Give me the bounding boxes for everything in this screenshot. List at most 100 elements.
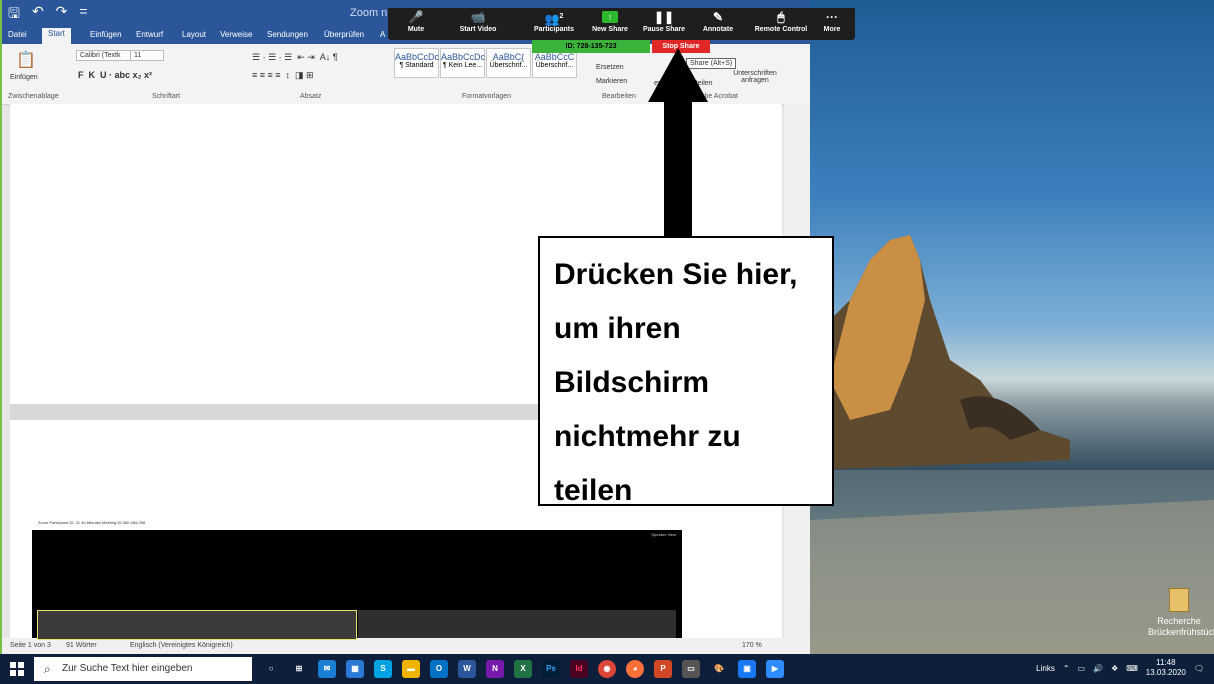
quick-access-toolbar: 🖫 ↶ ↷ = [8, 3, 88, 27]
excel-icon[interactable]: X [514, 660, 532, 678]
undo-icon[interactable]: ↶ [32, 3, 44, 27]
arrow-shaft [664, 100, 692, 236]
speaker-view-button[interactable]: Speaker View [651, 532, 676, 537]
remote-control-button[interactable]: 🖱 Remote Control [746, 8, 816, 33]
folder-icon [1169, 588, 1189, 612]
paste-button[interactable]: Einfügen [10, 74, 38, 81]
taskbar-clock[interactable]: 11:48 13.03.2020 [1146, 658, 1186, 678]
outlook-icon[interactable]: O [430, 660, 448, 678]
calendar-icon[interactable]: ▦ [346, 660, 364, 678]
arrow-head [648, 48, 708, 102]
status-zoom[interactable]: 170 % [742, 642, 762, 649]
paint-icon[interactable]: 🎨 [710, 660, 728, 678]
firefox-icon[interactable]: ◕ [626, 660, 644, 678]
paragraph-buttons[interactable]: ☰ · ☰ · ☰ ⇤ ⇥ A↓ ¶ [252, 52, 338, 63]
callout-line: Drücken Sie hier, [554, 258, 798, 291]
indesign-icon[interactable]: Id [570, 660, 588, 678]
windows-start-icon[interactable] [10, 662, 24, 676]
clock-time: 11:48 [1156, 658, 1176, 667]
search-placeholder: Zur Suche Text hier eingeben [62, 663, 193, 674]
zoom-window-title: Zoom Participant ID: 21 40-Minutes Meeti… [32, 520, 688, 530]
desktop-folder-recherche[interactable]: Recherche Brückenfrühstück [1148, 588, 1214, 638]
group-label-clipboard: Zwischenablage [8, 93, 59, 100]
system-tray: Links ⌃ ▭ 🔊 ❖ ⌨ 11:48 13.03.2020 🗨 [1036, 658, 1204, 678]
callout-line: Bildschirm [554, 366, 710, 399]
search-icon: ⌕ [44, 662, 51, 676]
group-label-font: Schriftart [152, 93, 181, 100]
format-buttons[interactable]: F K U · abc x₂ x² [78, 70, 152, 80]
instruction-callout: Drücken Sie hier, um ihren Bildschirm ni… [538, 236, 834, 507]
participants-button[interactable]: 👥2 Participants [526, 8, 582, 33]
taskbar-search-input[interactable]: ⌕ Zur Suche Text hier eingeben [34, 657, 252, 681]
save-icon[interactable]: 🖫 [8, 3, 20, 27]
word-icon[interactable]: W [458, 660, 476, 678]
tab-ueberpruefen[interactable]: Überprüfen [324, 30, 364, 39]
sea-rock-illustration [810, 235, 1214, 654]
customize-qat-icon[interactable]: = [79, 3, 87, 27]
clock-date: 13.03.2020 [1145, 668, 1186, 677]
pause-share-button[interactable]: ❚❚ Pause Share [636, 8, 692, 33]
dropbox-icon[interactable]: ❖ [1111, 664, 1118, 673]
group-label-styles: Formatvorlagen [462, 93, 512, 100]
desktop-wallpaper [810, 0, 1214, 654]
font-name-select[interactable]: Calibri (Textk [76, 50, 132, 61]
status-bar: Seite 1 von 3 91 Wörter Englisch (Verein… [2, 638, 810, 654]
keyboard-icon[interactable]: ⌨ [1126, 664, 1138, 673]
network-icon[interactable]: ▭ [1078, 664, 1086, 673]
style-ueberschrift-1[interactable]: AaBbC(Überschrif... [486, 48, 531, 78]
zoom-icon[interactable]: ▶ [766, 660, 784, 678]
mail-icon[interactable]: ✉ [318, 660, 336, 678]
tray-chevron-icon[interactable]: ⌃ [1063, 664, 1070, 673]
tab-more[interactable]: A [380, 30, 385, 39]
font-size-select[interactable]: 11 [130, 50, 164, 61]
microphone-icon: 🎤 [408, 10, 424, 24]
replace-button[interactable]: Ersetzen [596, 64, 624, 71]
video-tile [358, 610, 676, 638]
tab-sendungen[interactable]: Sendungen [267, 30, 308, 39]
callout-line: teilen [554, 474, 633, 507]
tab-start[interactable]: Start [42, 28, 71, 44]
status-page[interactable]: Seite 1 von 3 [10, 642, 51, 649]
alignment-buttons[interactable]: ≡ ≡ ≡ ≡ ↕ ◨ ⊞ [252, 70, 314, 81]
status-language[interactable]: Englisch (Vereinigtes Königreich) [130, 642, 233, 649]
app-icon-2[interactable]: ▣ [738, 660, 756, 678]
photoshop-icon[interactable]: Ps [542, 660, 560, 678]
task-view-icon[interactable]: ⊞ [290, 660, 308, 678]
style-kein-leerraum[interactable]: AaBbCcDc ¶ Kein Lee... [440, 48, 485, 78]
mouse-icon: 🖱 [777, 10, 785, 24]
tab-verweise[interactable]: Verweise [220, 30, 252, 39]
pen-icon: ✎ [712, 10, 724, 24]
annotate-button[interactable]: ✎ Annotate [690, 8, 746, 33]
tab-entwurf[interactable]: Entwurf [136, 30, 163, 39]
new-share-button[interactable]: ↑ New Share [582, 8, 638, 33]
tab-einfuegen[interactable]: Einfügen [90, 30, 122, 39]
zoom-meeting-window[interactable]: Zoom Participant ID: 21 40-Minutes Meeti… [32, 520, 688, 640]
tab-datei[interactable]: Datei [8, 30, 27, 39]
style-standard[interactable]: AaBbCcDc ¶ Standard [394, 48, 439, 78]
tray-links-label[interactable]: Links [1036, 664, 1055, 673]
notifications-icon[interactable]: 🗨 [1194, 664, 1204, 673]
chrome-icon[interactable]: ◉ [598, 660, 616, 678]
tab-layout[interactable]: Layout [182, 30, 206, 39]
meeting-id-bar: ID: 728-135-723 [532, 40, 650, 53]
mute-button[interactable]: 🎤 Mute [388, 8, 444, 33]
status-words[interactable]: 91 Wörter [66, 642, 97, 649]
app-icon[interactable]: ▭ [682, 660, 700, 678]
paste-icon[interactable]: 📋 [16, 50, 36, 70]
select-button[interactable]: Markieren [596, 78, 627, 85]
windows-taskbar: ⌕ Zur Suche Text hier eingeben ○ ⊞ ✉ ▦ S… [0, 654, 1214, 684]
onenote-icon[interactable]: N [486, 660, 504, 678]
video-tile-active [37, 610, 357, 640]
ellipsis-icon: ··· [826, 10, 838, 24]
start-video-button[interactable]: 📹 Start Video [450, 8, 506, 33]
video-off-icon: 📹 [470, 10, 486, 24]
redo-icon[interactable]: ↷ [56, 3, 68, 27]
group-label-paragraph: Absatz [300, 93, 322, 100]
acrobat-sign-button[interactable]: Unterschriften anfragen [730, 70, 780, 84]
powerpoint-icon[interactable]: P [654, 660, 672, 678]
file-explorer-icon[interactable]: ▬ [402, 660, 420, 678]
volume-icon[interactable]: 🔊 [1093, 664, 1103, 673]
cortana-icon[interactable]: ○ [262, 660, 280, 678]
skype-icon[interactable]: S [374, 660, 392, 678]
more-button[interactable]: ··· More [812, 8, 852, 33]
